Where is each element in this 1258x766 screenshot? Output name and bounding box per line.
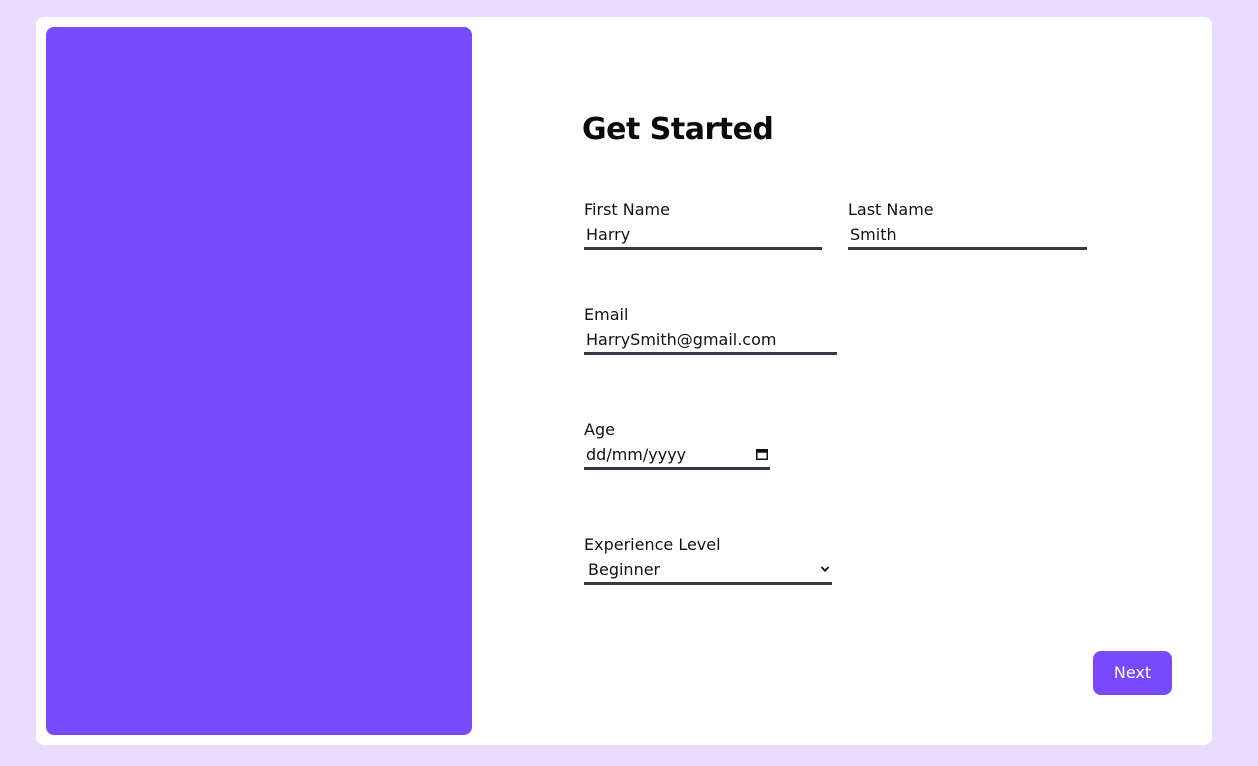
email-value: HarrySmith@gmail.com bbox=[586, 330, 777, 349]
age-placeholder: dd/mm/yyyy bbox=[586, 445, 687, 464]
first-name-input[interactable]: Harry bbox=[584, 225, 822, 250]
last-name-value: Smith bbox=[850, 225, 897, 244]
experience-selected-value: Beginner bbox=[588, 560, 661, 579]
last-name-field-group: Last Name Smith bbox=[848, 200, 1087, 250]
first-name-field-group: First Name Harry bbox=[584, 200, 822, 250]
first-name-label: First Name bbox=[584, 200, 670, 219]
age-field-group: Age dd/mm/yyyy bbox=[584, 420, 770, 470]
calendar-icon[interactable] bbox=[756, 448, 768, 460]
form-card: Get Started First Name Harry Last Name S… bbox=[36, 17, 1212, 745]
experience-label: Experience Level bbox=[584, 535, 721, 554]
next-button[interactable]: Next bbox=[1093, 651, 1172, 695]
last-name-label: Last Name bbox=[848, 200, 934, 219]
first-name-value: Harry bbox=[586, 225, 631, 244]
page-title: Get Started bbox=[582, 112, 774, 147]
email-input[interactable]: HarrySmith@gmail.com bbox=[584, 330, 837, 355]
email-label: Email bbox=[584, 305, 629, 324]
last-name-input[interactable]: Smith bbox=[848, 225, 1087, 250]
age-date-input[interactable]: dd/mm/yyyy bbox=[584, 445, 770, 470]
chevron-down-icon bbox=[820, 566, 830, 573]
age-label: Age bbox=[584, 420, 615, 439]
email-field-group: Email HarrySmith@gmail.com bbox=[584, 305, 837, 355]
experience-select[interactable]: Beginner bbox=[584, 560, 832, 585]
experience-field-group: Experience Level Beginner bbox=[584, 535, 832, 585]
side-panel bbox=[46, 27, 472, 735]
